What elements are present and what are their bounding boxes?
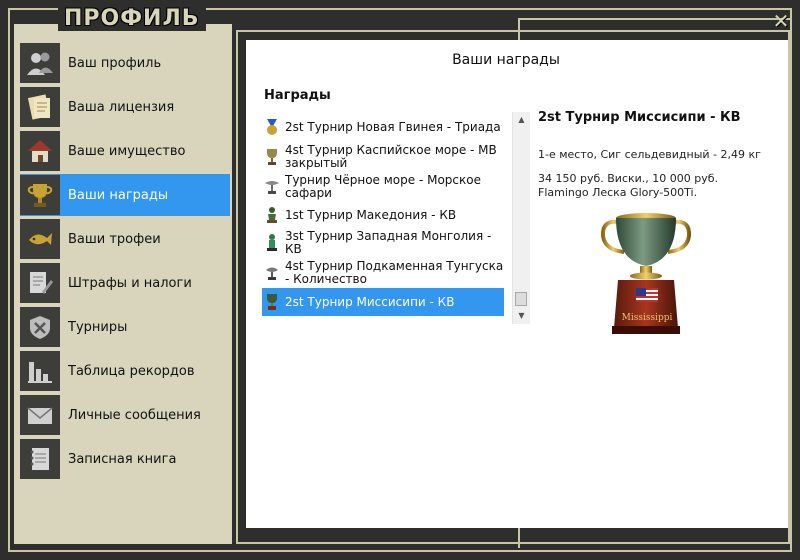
sidebar-item-label: Ваши награды <box>68 187 169 203</box>
list-item[interactable]: 4st Турнир Подкаменная Тунгуска - Количе… <box>262 258 504 288</box>
envelope-icon <box>20 395 60 435</box>
sidebar-item-label: Записная книга <box>68 451 177 467</box>
sidebar-item-fines[interactable]: Штрафы и налоги <box>20 262 230 304</box>
list-item-label: Турнир Чёрное море - Морское сафари <box>285 173 481 200</box>
sidebar-item-label: Ваша лицензия <box>68 99 175 115</box>
award-statue-icon <box>262 204 282 226</box>
sidebar-item-label: Личные сообщения <box>68 407 201 423</box>
sidebar-item-label: Турниры <box>68 319 128 335</box>
list-item-label: 3st Турнир Западная Монголия - КВ <box>285 229 492 256</box>
decor-line <box>520 18 792 20</box>
sidebar-item-messages[interactable]: Личные сообщения <box>20 394 230 436</box>
list-item[interactable]: 4st Турнир Каспийское море - МВ закрытый <box>262 142 504 172</box>
sidebar-item-trophies[interactable]: Ваши трофеи <box>20 218 230 260</box>
list-item-label: 2st Турнир Новая Гвинея - Триада <box>285 119 501 134</box>
award-fish-statue-icon <box>262 262 282 284</box>
sidebar-item-label: Таблица рекордов <box>68 363 195 379</box>
document-edit-icon <box>20 263 60 303</box>
award-cup-icon <box>262 146 282 168</box>
sidebar-item-label: Ваш профиль <box>68 55 162 71</box>
award-figure-icon <box>262 232 282 254</box>
list-item-label: 2st Турнир Миссисипи - КВ <box>285 294 455 309</box>
sidebar-item-label: Штрафы и налоги <box>68 275 192 291</box>
awards-panel: Ваши награды Награды 2st Турнир Новая Гв… <box>246 40 788 528</box>
trophy-plate-text: Mississippi <box>622 313 673 323</box>
award-medal-icon <box>262 116 282 138</box>
sidebar-item-property[interactable]: Ваше имущество <box>20 130 230 172</box>
award-detail-title: 2st Турнир Миссисипи - КВ <box>538 110 741 125</box>
close-icon[interactable]: ✕ <box>770 10 792 32</box>
award-trophy-icon <box>262 291 282 313</box>
award-detail-result: 1-е место, Сиг сельдевидный - 2,49 кг <box>538 148 761 161</box>
panel-title: Ваши награды <box>452 52 560 68</box>
list-item-label: 4st Турнир Подкаменная Тунгуска - Количе… <box>285 259 504 286</box>
bar-chart-icon <box>20 351 60 391</box>
users-icon <box>20 43 60 83</box>
list-item[interactable]: 1st Турнир Македония - КВ <box>262 202 504 228</box>
list-item[interactable]: 2st Турнир Новая Гвинея - Триада <box>262 114 504 140</box>
sidebar-item-notebook[interactable]: Записная книга <box>20 438 230 480</box>
license-icon <box>20 87 60 127</box>
notebook-icon <box>20 439 60 479</box>
fish-icon <box>20 219 60 259</box>
awards-list[interactable]: 2st Турнир Новая Гвинея - Триада 4st Тур… <box>262 112 530 324</box>
scroll-down-icon[interactable]: ▼ <box>513 308 530 324</box>
window-title: ПРОФИЛЬ <box>58 6 206 31</box>
list-scrollbar[interactable]: ▲ ▼ <box>512 112 530 324</box>
list-item-label: 1st Турнир Македония - КВ <box>285 207 457 222</box>
house-icon <box>20 131 60 171</box>
awards-list-heading: Награды <box>264 88 331 103</box>
trophy-icon <box>20 175 60 215</box>
sidebar-item-tournaments[interactable]: Турниры <box>20 306 230 348</box>
award-detail-prize: 34 150 руб. Виски., 10 000 руб. Flamingo… <box>538 172 719 199</box>
sidebar-item-awards[interactable]: Ваши награды <box>20 174 230 216</box>
sidebar-item-label: Ваше имущество <box>68 143 186 159</box>
sidebar-item-records[interactable]: Таблица рекордов <box>20 350 230 392</box>
list-item-selected[interactable]: 2st Турнир Миссисипи - КВ <box>262 288 504 316</box>
sidebar-item-license[interactable]: Ваша лицензия <box>20 86 230 128</box>
list-item-label: 4st Турнир Каспийское море - МВ закрытый <box>285 143 497 170</box>
tournament-badge-icon <box>20 307 60 347</box>
scroll-thumb[interactable] <box>515 292 527 306</box>
trophy-image: Mississippi <box>598 208 694 344</box>
scroll-up-icon[interactable]: ▲ <box>513 112 530 128</box>
sidebar: Ваш профиль Ваша лицензия Ваше имущество… <box>14 30 232 544</box>
list-item[interactable]: 3st Турнир Западная Монголия - КВ <box>262 228 504 258</box>
sidebar-item-label: Ваши трофеи <box>68 231 161 247</box>
sidebar-item-profile[interactable]: Ваш профиль <box>20 42 230 84</box>
award-fish-cup-icon <box>262 176 282 198</box>
list-item[interactable]: Турнир Чёрное море - Морское сафари <box>262 172 504 202</box>
